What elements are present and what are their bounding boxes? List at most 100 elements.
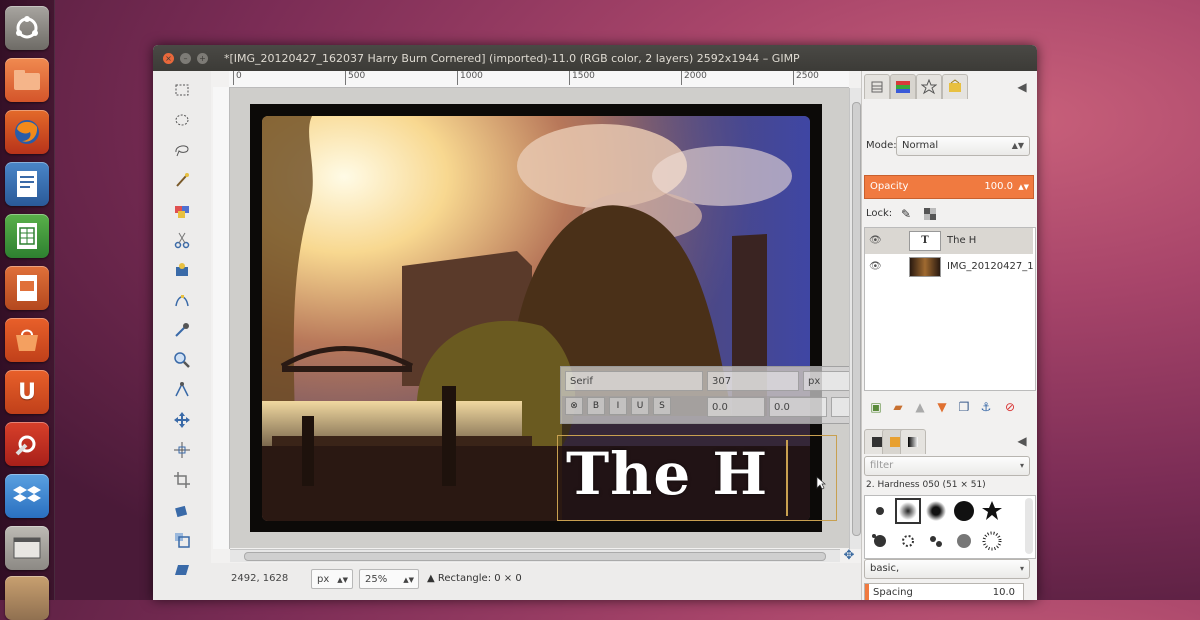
writer-icon[interactable] xyxy=(5,162,49,206)
text-layer[interactable]: The H xyxy=(566,440,768,508)
layer-row[interactable]: 👁 T The H xyxy=(865,228,1033,254)
new-layer-icon[interactable]: ▣ xyxy=(868,399,884,415)
layer-row[interactable]: 👁 IMG_20120427_1 xyxy=(865,254,1033,280)
visibility-eye-icon[interactable]: 👁 xyxy=(869,254,883,280)
clear-style-button[interactable]: ⊗ xyxy=(565,397,583,415)
layer-name[interactable]: IMG_20120427_1 xyxy=(947,254,1033,280)
italic-button[interactable]: I xyxy=(609,397,627,415)
brush-tag-input[interactable]: basic, ▾ xyxy=(864,559,1030,579)
move-tool-icon[interactable] xyxy=(171,409,193,431)
files-icon[interactable] xyxy=(5,58,49,102)
gimp-icon[interactable] xyxy=(5,576,49,620)
brush-tile[interactable] xyxy=(951,528,977,554)
delete-layer-icon[interactable]: ⊘ xyxy=(1002,399,1018,415)
dropbox-icon[interactable] xyxy=(5,474,49,518)
firefox-icon[interactable] xyxy=(5,110,49,154)
rect-select-tool-icon[interactable] xyxy=(171,79,193,101)
impress-icon[interactable] xyxy=(5,266,49,310)
unit-selector[interactable]: px xyxy=(803,371,851,391)
paths-tool-icon[interactable] xyxy=(171,289,193,311)
underline-button[interactable]: U xyxy=(631,397,649,415)
ubuntu-icon[interactable] xyxy=(5,6,49,50)
spacing-slider[interactable]: Spacing 10.0 xyxy=(864,583,1024,600)
brush-tile[interactable] xyxy=(923,528,949,554)
rotate-tool-icon[interactable] xyxy=(171,499,193,521)
brush-filter-input[interactable]: filter ▾ xyxy=(864,456,1030,476)
new-layer-group-icon[interactable]: ▰ xyxy=(890,399,906,415)
brush-tile[interactable] xyxy=(979,528,1005,554)
color-picker-tool-icon[interactable] xyxy=(171,319,193,341)
tool-lock-icon: ▲ xyxy=(427,573,438,584)
minimize-button[interactable]: – xyxy=(180,52,191,64)
raise-layer-icon[interactable]: ▲ xyxy=(912,399,928,415)
window-title: *[IMG_20120427_162037 Harry Burn Cornere… xyxy=(224,51,800,65)
anchor-layer-icon[interactable]: ⚓ xyxy=(978,399,994,415)
text-box[interactable]: The H xyxy=(557,435,837,521)
image-frame[interactable]: Serif 307 px ⊗ B I U S 0.0 0.0 The H xyxy=(250,104,856,532)
brush-tile[interactable] xyxy=(867,528,893,554)
brush-name: 2. Hardness 050 (51 × 51) xyxy=(866,480,986,490)
duplicate-layer-icon[interactable]: ❐ xyxy=(956,399,972,415)
font-size-field[interactable]: 307 xyxy=(707,371,799,391)
tab-gradients[interactable] xyxy=(900,429,926,454)
lock-pixels-icon[interactable]: ✎ xyxy=(898,206,914,222)
brush-tile[interactable] xyxy=(951,498,977,524)
horizontal-ruler: 0 500 1000 1500 2000 2500 xyxy=(229,71,849,88)
opacity-slider[interactable]: Opacity 100.0 ▲▼ xyxy=(864,175,1034,199)
brush-tile[interactable] xyxy=(895,528,921,554)
strikethrough-button[interactable]: S xyxy=(653,397,671,415)
font-field[interactable]: Serif xyxy=(565,371,703,391)
tab-layers[interactable] xyxy=(864,74,890,99)
brush-grid-scrollbar[interactable] xyxy=(1025,498,1033,554)
measure-tool-icon[interactable] xyxy=(171,379,193,401)
visibility-eye-icon[interactable]: 👁 xyxy=(869,228,883,254)
unit-dropdown[interactable]: px ▲▼ xyxy=(311,569,353,589)
dock-menu-icon[interactable]: ◀ xyxy=(1014,79,1030,95)
text-color-button[interactable] xyxy=(831,397,851,417)
horizontal-scroll-thumb[interactable] xyxy=(244,552,826,561)
calc-icon[interactable] xyxy=(5,214,49,258)
lock-alpha-icon[interactable] xyxy=(922,206,938,222)
maximize-button[interactable]: + xyxy=(197,52,208,64)
layer-name[interactable]: The H xyxy=(947,228,1033,254)
pointer-coordinates: 2492, 1628 xyxy=(231,573,289,584)
tab-paths[interactable] xyxy=(916,74,942,99)
ellipse-select-tool-icon[interactable] xyxy=(171,109,193,131)
brush-tile[interactable] xyxy=(895,498,921,524)
software-center-icon[interactable] xyxy=(5,318,49,362)
brush-tile[interactable] xyxy=(923,498,949,524)
brush-tile[interactable] xyxy=(867,498,893,524)
fuzzy-select-tool-icon[interactable] xyxy=(171,169,193,191)
mode-label: Mode: xyxy=(866,140,897,151)
workspace-icon[interactable] xyxy=(5,526,49,570)
system-settings-icon[interactable] xyxy=(5,422,49,466)
navigate-icon[interactable]: ✥ xyxy=(841,549,857,563)
canvas-area[interactable]: Serif 307 px ⊗ B I U S 0.0 0.0 The H xyxy=(230,88,856,548)
close-button[interactable]: × xyxy=(163,52,174,64)
lasso-tool-icon[interactable] xyxy=(171,139,193,161)
lower-layer-icon[interactable]: ▼ xyxy=(934,399,950,415)
tab-channels[interactable] xyxy=(890,74,916,99)
baseline-field[interactable]: 0.0 xyxy=(707,397,765,417)
shear-tool-icon[interactable] xyxy=(171,559,193,581)
vertical-scroll-thumb[interactable] xyxy=(852,102,861,536)
bold-button[interactable]: B xyxy=(587,397,605,415)
ruler-mark: 500 xyxy=(345,71,365,85)
vertical-ruler xyxy=(213,87,230,549)
brushes-menu-icon[interactable]: ◀ xyxy=(1014,433,1030,449)
foreground-select-tool-icon[interactable] xyxy=(171,259,193,281)
brush-tile[interactable] xyxy=(979,498,1005,524)
scale-tool-icon[interactable] xyxy=(171,529,193,551)
align-tool-icon[interactable] xyxy=(171,439,193,461)
zoom-tool-icon[interactable] xyxy=(171,349,193,371)
color-select-tool-icon[interactable] xyxy=(171,199,193,221)
horizontal-scrollbar[interactable] xyxy=(230,549,840,562)
kerning-field[interactable]: 0.0 xyxy=(769,397,827,417)
crop-tool-icon[interactable] xyxy=(171,469,193,491)
scissors-tool-icon[interactable] xyxy=(171,229,193,251)
mode-dropdown[interactable]: Normal ▲▼ xyxy=(896,136,1030,156)
ubuntu-one-icon[interactable]: U xyxy=(5,370,49,414)
zoom-dropdown[interactable]: 25% ▲▼ xyxy=(359,569,419,589)
lock-label: Lock: xyxy=(866,208,893,219)
tab-undo[interactable] xyxy=(942,74,968,99)
